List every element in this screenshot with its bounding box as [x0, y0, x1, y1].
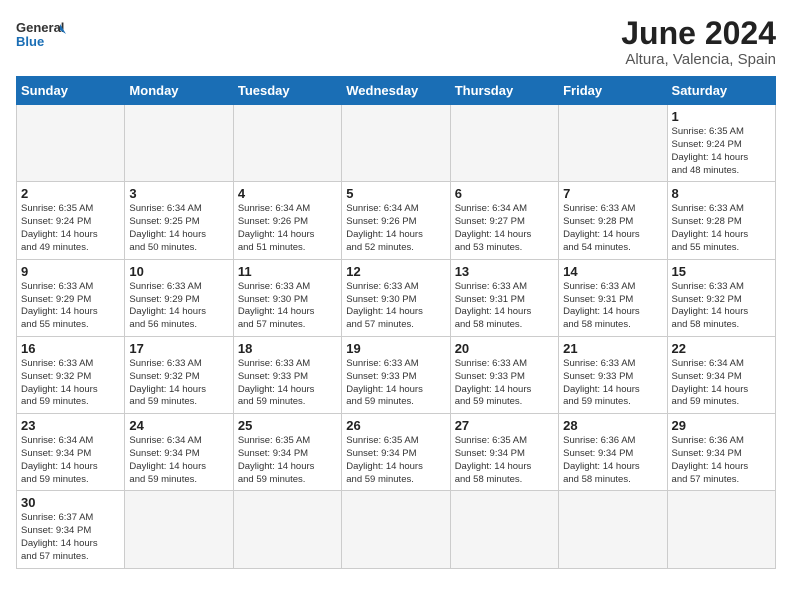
day-7: 7 Sunrise: 6:33 AMSunset: 9:28 PMDayligh… — [559, 182, 667, 259]
table-row: 23 Sunrise: 6:34 AMSunset: 9:34 PMDaylig… — [17, 414, 776, 491]
title-block: June 2024 Altura, Valencia, Spain — [621, 16, 776, 68]
header-monday: Monday — [125, 77, 233, 105]
day-30: 30 Sunrise: 6:37 AMSunset: 9:34 PMDaylig… — [17, 491, 125, 568]
day-8: 8 Sunrise: 6:33 AMSunset: 9:28 PMDayligh… — [667, 182, 775, 259]
day-18: 18 Sunrise: 6:33 AMSunset: 9:33 PMDaylig… — [233, 336, 341, 413]
day-12: 12 Sunrise: 6:33 AMSunset: 9:30 PMDaylig… — [342, 259, 450, 336]
day-13: 13 Sunrise: 6:33 AMSunset: 9:31 PMDaylig… — [450, 259, 558, 336]
table-row: 16 Sunrise: 6:33 AMSunset: 9:32 PMDaylig… — [17, 336, 776, 413]
day-23: 23 Sunrise: 6:34 AMSunset: 9:34 PMDaylig… — [17, 414, 125, 491]
day-26: 26 Sunrise: 6:35 AMSunset: 9:34 PMDaylig… — [342, 414, 450, 491]
header-friday: Friday — [559, 77, 667, 105]
empty-cell — [233, 491, 341, 568]
svg-text:General: General — [16, 20, 64, 35]
empty-cell — [233, 105, 341, 182]
day-25: 25 Sunrise: 6:35 AMSunset: 9:34 PMDaylig… — [233, 414, 341, 491]
header-sunday: Sunday — [17, 77, 125, 105]
header-saturday: Saturday — [667, 77, 775, 105]
table-row: 9 Sunrise: 6:33 AMSunset: 9:29 PMDayligh… — [17, 259, 776, 336]
header-tuesday: Tuesday — [233, 77, 341, 105]
day-2: 2 Sunrise: 6:35 AMSunset: 9:24 PMDayligh… — [17, 182, 125, 259]
logo-svg: General Blue — [16, 16, 66, 52]
header: General Blue June 2024 Altura, Valencia,… — [16, 16, 776, 68]
empty-cell — [559, 491, 667, 568]
empty-cell — [125, 105, 233, 182]
day-22: 22 Sunrise: 6:34 AMSunset: 9:34 PMDaylig… — [667, 336, 775, 413]
day-24: 24 Sunrise: 6:34 AMSunset: 9:34 PMDaylig… — [125, 414, 233, 491]
svg-text:Blue: Blue — [16, 34, 44, 49]
day-3: 3 Sunrise: 6:34 AMSunset: 9:25 PMDayligh… — [125, 182, 233, 259]
header-wednesday: Wednesday — [342, 77, 450, 105]
table-row: 2 Sunrise: 6:35 AMSunset: 9:24 PMDayligh… — [17, 182, 776, 259]
day-19: 19 Sunrise: 6:33 AMSunset: 9:33 PMDaylig… — [342, 336, 450, 413]
day-15: 15 Sunrise: 6:33 AMSunset: 9:32 PMDaylig… — [667, 259, 775, 336]
empty-cell — [342, 105, 450, 182]
day-11: 11 Sunrise: 6:33 AMSunset: 9:30 PMDaylig… — [233, 259, 341, 336]
weekday-header-row: Sunday Monday Tuesday Wednesday Thursday… — [17, 77, 776, 105]
day-27: 27 Sunrise: 6:35 AMSunset: 9:34 PMDaylig… — [450, 414, 558, 491]
empty-cell — [667, 491, 775, 568]
location-title: Altura, Valencia, Spain — [621, 51, 776, 68]
day-16: 16 Sunrise: 6:33 AMSunset: 9:32 PMDaylig… — [17, 336, 125, 413]
day-1-info: Sunrise: 6:35 AMSunset: 9:24 PMDaylight:… — [672, 126, 771, 177]
month-title: June 2024 — [621, 16, 776, 51]
empty-cell — [559, 105, 667, 182]
header-thursday: Thursday — [450, 77, 558, 105]
empty-cell — [125, 491, 233, 568]
day-9: 9 Sunrise: 6:33 AMSunset: 9:29 PMDayligh… — [17, 259, 125, 336]
day-28: 28 Sunrise: 6:36 AMSunset: 9:34 PMDaylig… — [559, 414, 667, 491]
table-row: 1 Sunrise: 6:35 AMSunset: 9:24 PMDayligh… — [17, 105, 776, 182]
calendar-table: Sunday Monday Tuesday Wednesday Thursday… — [16, 76, 776, 569]
day-17: 17 Sunrise: 6:33 AMSunset: 9:32 PMDaylig… — [125, 336, 233, 413]
day-4: 4 Sunrise: 6:34 AMSunset: 9:26 PMDayligh… — [233, 182, 341, 259]
logo: General Blue — [16, 16, 66, 52]
empty-cell — [17, 105, 125, 182]
day-10: 10 Sunrise: 6:33 AMSunset: 9:29 PMDaylig… — [125, 259, 233, 336]
day-21: 21 Sunrise: 6:33 AMSunset: 9:33 PMDaylig… — [559, 336, 667, 413]
empty-cell — [342, 491, 450, 568]
day-5: 5 Sunrise: 6:34 AMSunset: 9:26 PMDayligh… — [342, 182, 450, 259]
table-row: 30 Sunrise: 6:37 AMSunset: 9:34 PMDaylig… — [17, 491, 776, 568]
day-14: 14 Sunrise: 6:33 AMSunset: 9:31 PMDaylig… — [559, 259, 667, 336]
empty-cell — [450, 105, 558, 182]
empty-cell — [450, 491, 558, 568]
day-29: 29 Sunrise: 6:36 AMSunset: 9:34 PMDaylig… — [667, 414, 775, 491]
day-20: 20 Sunrise: 6:33 AMSunset: 9:33 PMDaylig… — [450, 336, 558, 413]
day-6: 6 Sunrise: 6:34 AMSunset: 9:27 PMDayligh… — [450, 182, 558, 259]
day-1: 1 Sunrise: 6:35 AMSunset: 9:24 PMDayligh… — [667, 105, 775, 182]
